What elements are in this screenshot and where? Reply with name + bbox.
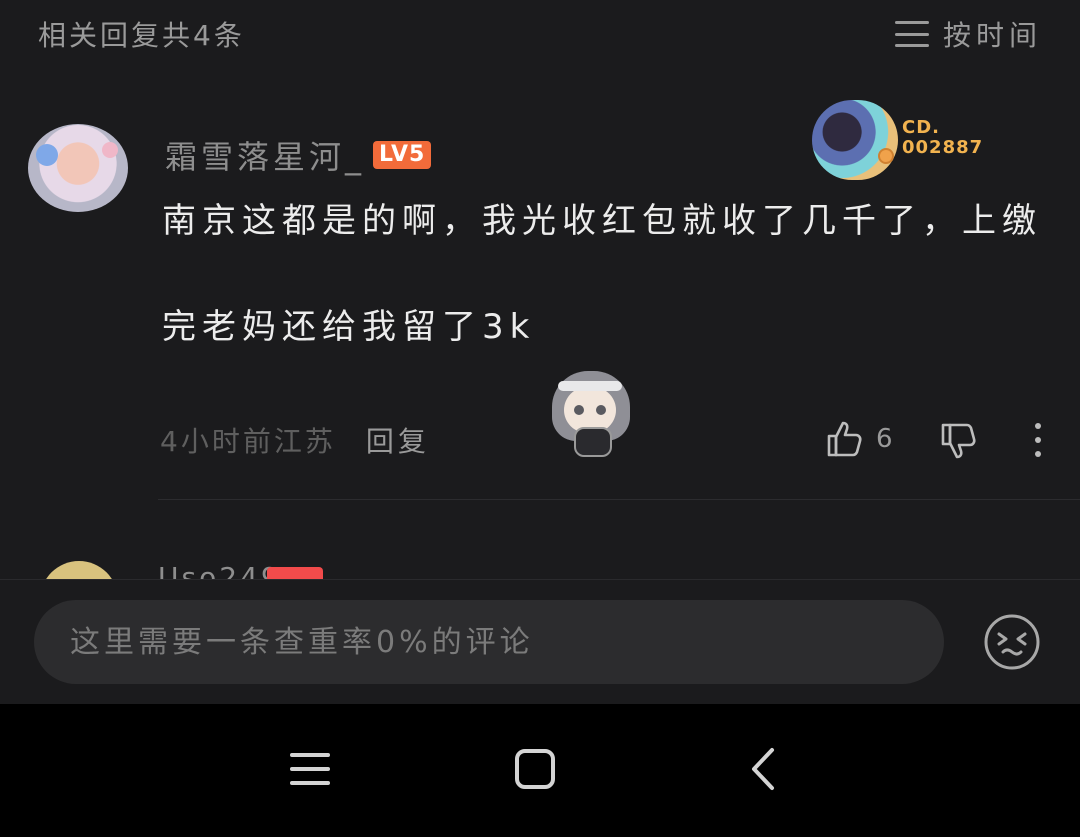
sticker-image	[540, 365, 640, 460]
comment-divider	[158, 499, 1080, 500]
nav-back-icon[interactable]	[748, 746, 776, 792]
comment-text-line-1: 南京这都是的啊，我光收红包就收了几千了，上缴	[162, 201, 1042, 241]
level-badge: LV5	[373, 141, 432, 169]
thumbs-up-icon[interactable]	[824, 418, 866, 460]
comment-item: 霜雪落星河_ LV5 CD. 002887 南京这都是的啊，我光收红包就收了几千…	[0, 100, 1080, 500]
next-comment-item: Uso249	[0, 555, 1080, 581]
comment-replies-page: 相关回复共4条 按时间 霜雪落星河_ LV5 CD. 002887 南京这都是的…	[0, 0, 1080, 837]
comment-text-line-2: 完老妈还给我留了3k	[162, 307, 536, 347]
comment-input-bar	[0, 579, 1080, 704]
username-row: 霜雪落星河_ LV5	[165, 132, 432, 178]
comment-input[interactable]	[34, 600, 944, 684]
fan-badge-dot-icon	[878, 148, 894, 164]
comment-time-location: 4小时前江苏	[160, 425, 336, 458]
comment-content: 南京这都是的啊，我光收红包就收了几千了，上缴 完老妈还给我留了3k	[162, 200, 1062, 348]
sort-label: 按时间	[942, 19, 1042, 52]
sort-toggle[interactable]: 按时间	[894, 14, 1042, 54]
fan-badge-code: CD. 002887	[902, 118, 983, 158]
next-comment-avatar[interactable]	[40, 561, 118, 581]
fan-badge-code-prefix: CD.	[902, 117, 940, 138]
fan-badge-code-number: 002887	[902, 137, 984, 158]
comment-actions: 6	[824, 418, 1054, 462]
replies-header: 相关回复共4条 按时间	[0, 0, 1080, 70]
like-count: 6	[876, 424, 893, 454]
reply-count-label: 相关回复共4条	[38, 19, 245, 52]
username[interactable]: 霜雪落星河_	[165, 132, 365, 178]
more-vertical-icon[interactable]	[1028, 420, 1048, 460]
avatar[interactable]	[28, 124, 128, 212]
comment-meta: 4小时前江苏 回复	[160, 420, 430, 460]
thumbs-down-icon[interactable]	[938, 420, 980, 462]
reply-button[interactable]: 回复	[366, 420, 430, 460]
system-nav-bar	[0, 704, 1080, 837]
fan-badge-image	[812, 100, 898, 180]
emoji-icon[interactable]	[982, 612, 1042, 672]
fan-badge[interactable]: CD. 002887	[808, 100, 998, 185]
hamburger-icon	[894, 21, 929, 47]
nav-home-icon[interactable]	[514, 748, 556, 790]
next-comment-username[interactable]: Uso249	[158, 561, 282, 581]
nav-menu-icon[interactable]	[290, 750, 330, 788]
